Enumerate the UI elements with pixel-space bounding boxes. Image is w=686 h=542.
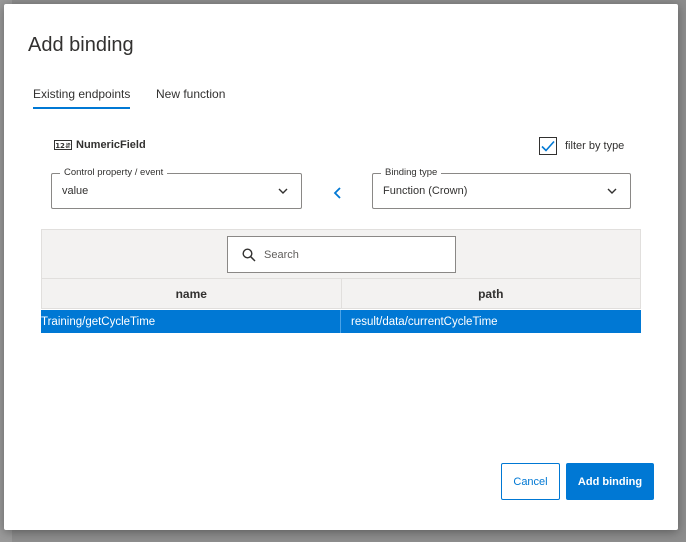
add-binding-button[interactable]: Add binding (566, 463, 654, 500)
add-binding-dialog: Add binding Existing endpoints New funct… (4, 4, 678, 530)
row-name-text: Training/getCycleTime (41, 315, 156, 328)
row-path-text: result/data/currentCycleTime (351, 315, 498, 328)
search-icon (242, 247, 256, 262)
table-search-bar (41, 229, 641, 279)
binding-type-label: Binding type (381, 167, 442, 178)
filter-by-type-toggle[interactable]: filter by type (539, 137, 624, 155)
cancel-button[interactable]: Cancel (501, 463, 560, 500)
control-property-value: value (62, 185, 89, 197)
control-property-dropdown[interactable]: Control property / event value (51, 167, 302, 209)
control-property-label: Control property / event (60, 167, 168, 178)
row-path-cell: result/data/currentCycleTime (341, 310, 641, 333)
column-header-name[interactable]: name (42, 279, 342, 308)
binding-type-dropdown[interactable]: Binding type Function (Crown) (372, 167, 631, 209)
chevron-down-icon (607, 188, 617, 194)
control-type-label: 12⇵ NumericField (54, 139, 146, 151)
row-name-cell: Training/getCycleTime (41, 310, 341, 333)
column-header-path[interactable]: path (342, 279, 641, 308)
filter-by-type-label: filter by type (565, 140, 625, 152)
table-row[interactable]: Training/getCycleTime result/data/curren… (41, 310, 641, 333)
table-header: name path (41, 279, 641, 309)
search-input[interactable] (264, 248, 434, 261)
tab-new-function[interactable]: New function (156, 87, 225, 107)
dialog-title: Add binding (28, 34, 134, 56)
chevron-left-icon[interactable] (331, 186, 345, 200)
endpoints-table: name path Training/getCycleTime result/d… (41, 229, 641, 333)
tab-existing-endpoints[interactable]: Existing endpoints (33, 87, 131, 109)
numeric-field-icon: 12⇵ (54, 140, 72, 150)
filter-by-type-checkbox[interactable] (539, 137, 557, 155)
binding-type-value: Function (Crown) (383, 185, 468, 197)
search-box[interactable] (227, 236, 456, 273)
checkmark-icon (541, 140, 555, 152)
chevron-down-icon (278, 188, 288, 194)
control-name: NumericField (76, 139, 146, 151)
